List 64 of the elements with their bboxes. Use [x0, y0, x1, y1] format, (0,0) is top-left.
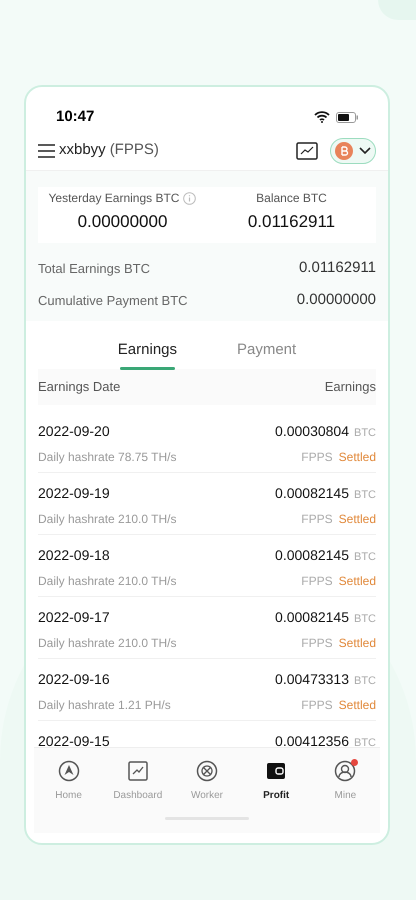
currency-unit: BTC — [354, 488, 376, 502]
wallet-icon — [265, 760, 288, 782]
status-text: Settled — [338, 634, 376, 652]
user-icon — [334, 760, 356, 782]
earnings-amount: 0.00412356 — [275, 732, 349, 747]
hashrate-text: Daily hashrate 78.75 TH/s — [38, 448, 177, 466]
earnings-date: 2022-09-16 — [38, 670, 110, 688]
status-text: Settled — [338, 448, 376, 466]
wifi-icon — [314, 111, 330, 123]
earnings-amount: 0.00082145 — [275, 608, 349, 626]
earnings-date: 2022-09-15 — [38, 732, 110, 747]
crossed-circle-icon — [196, 760, 218, 782]
currency-unit: BTC — [354, 674, 376, 688]
mode-tag: FPPS — [301, 510, 333, 528]
earnings-amount: 0.00082145 — [275, 546, 349, 564]
currency-unit: BTC — [354, 550, 376, 564]
caret-icon — [359, 146, 371, 154]
earnings-date: 2022-09-19 — [38, 484, 110, 502]
total-value: 0.00000000 — [296, 290, 376, 310]
currency-unit: BTC — [354, 426, 376, 440]
status-text: Settled — [338, 510, 376, 528]
earnings-date: 2022-09-17 — [38, 608, 110, 626]
total-value: 0.01162911 — [298, 258, 376, 278]
hashrate-text: Daily hashrate 210.0 TH/s — [38, 510, 177, 528]
nav-item[interactable]: Profit — [242, 760, 311, 803]
earnings-amount: 0.00473313 — [275, 670, 349, 688]
column-header: Earnings Date — [38, 378, 120, 396]
status-time: 10:47 — [56, 106, 94, 127]
stat-label: Yesterday Earnings BTC — [48, 190, 180, 207]
status-text: Settled — [338, 696, 376, 714]
nav-item[interactable]: Mine — [310, 760, 380, 803]
stat-value: 0.01162911 — [248, 211, 336, 233]
hashrate-text: Daily hashrate 210.0 TH/s — [38, 572, 177, 590]
mode-tag: FPPS — [301, 696, 333, 714]
hashrate-text: Daily hashrate 210.0 TH/s — [38, 634, 177, 652]
mode-tag: FPPS — [301, 572, 333, 590]
column-header: Earnings — [324, 378, 376, 396]
battery-icon — [336, 112, 358, 122]
coin-icon — [335, 142, 353, 160]
stat-value: 0.00000000 — [78, 211, 168, 233]
total-label: Cumulative Payment BTC — [38, 292, 188, 310]
chart-icon[interactable] — [296, 142, 318, 160]
status-text: Settled — [338, 572, 376, 590]
total-label: Total Earnings BTC — [38, 260, 150, 278]
mode-tag: FPPS — [301, 448, 333, 466]
tab[interactable]: Earnings — [112, 332, 183, 368]
account-name[interactable]: xxbbyy — [59, 139, 106, 162]
earnings-amount: 0.00030804 — [275, 422, 349, 440]
nav-item[interactable]: Home — [34, 760, 104, 803]
mode-tag: FPPS — [301, 634, 333, 652]
nav-item[interactable]: Worker — [172, 760, 242, 803]
earnings-date: 2022-09-18 — [38, 546, 110, 564]
coin-selector[interactable] — [330, 138, 376, 164]
currency-unit: BTC — [354, 612, 376, 626]
currency-unit: BTC — [354, 736, 376, 747]
nav-item[interactable]: Dashboard — [103, 760, 172, 803]
stat-label: Balance BTC — [256, 190, 327, 207]
tab[interactable]: Payment — [231, 332, 302, 368]
chart-icon — [126, 760, 149, 782]
earnings-date: 2022-09-20 — [38, 422, 110, 440]
earnings-amount: 0.00082145 — [275, 484, 349, 502]
menu-icon[interactable] — [38, 144, 55, 158]
hashrate-text: Daily hashrate 1.21 PH/s — [38, 696, 171, 714]
mode-label: (FPPS) — [110, 140, 159, 160]
